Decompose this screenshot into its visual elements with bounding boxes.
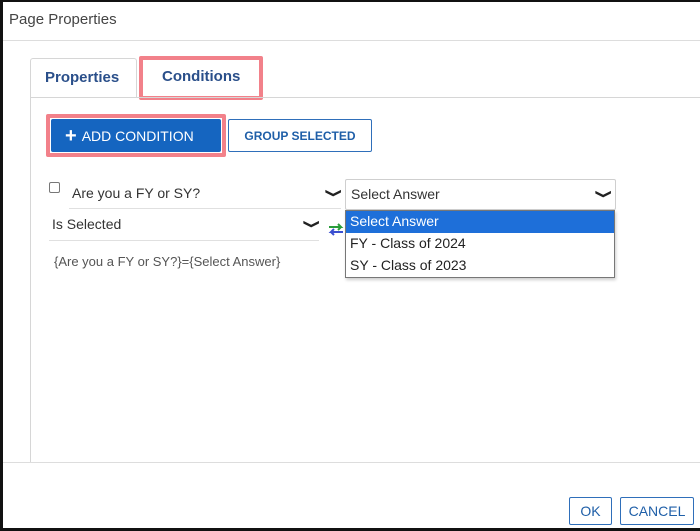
dropdown-option[interactable]: FY - Class of 2024 (346, 233, 614, 255)
question-select-value: Are you a FY or SY? (72, 185, 201, 201)
operator-select[interactable]: Is Selected ❯ (49, 210, 322, 241)
answer-dropdown-list: Select Answer FY - Class of 2024 SY - Cl… (345, 210, 615, 278)
answer-select-value: Select Answer (351, 186, 440, 202)
dropdown-option[interactable]: SY - Class of 2023 (346, 255, 614, 277)
group-selected-button[interactable]: GROUP SELECTED (228, 119, 372, 152)
title-divider (3, 40, 700, 41)
tab-properties[interactable]: Properties (30, 58, 137, 97)
chevron-down-icon: ❯ (594, 188, 614, 200)
condition-expression: {Are you a FY or SY?}={Select Answer} (54, 254, 281, 269)
operator-select-value: Is Selected (52, 216, 122, 232)
question-select[interactable]: Are you a FY or SY? ❯ (69, 179, 344, 209)
add-condition-button[interactable]: + ADD CONDITION (51, 119, 221, 152)
tab-conditions[interactable]: Conditions (139, 56, 263, 100)
dropdown-option[interactable]: Select Answer (346, 211, 614, 233)
dialog-title: Page Properties (9, 11, 117, 28)
condition-checkbox[interactable] (49, 182, 60, 193)
add-condition-label: ADD CONDITION (81, 127, 194, 144)
plus-icon: + (65, 124, 77, 147)
cancel-button[interactable]: CANCEL (620, 497, 694, 525)
footer-divider (3, 462, 700, 463)
page-properties-dialog: Page Properties Properties Conditions + … (0, 0, 700, 531)
swap-arrows-icon[interactable] (327, 222, 345, 236)
answer-select[interactable]: Select Answer ❯ (345, 179, 616, 210)
chevron-down-icon: ❯ (324, 187, 344, 199)
chevron-down-icon: ❯ (302, 218, 322, 230)
ok-button[interactable]: OK (569, 497, 612, 525)
